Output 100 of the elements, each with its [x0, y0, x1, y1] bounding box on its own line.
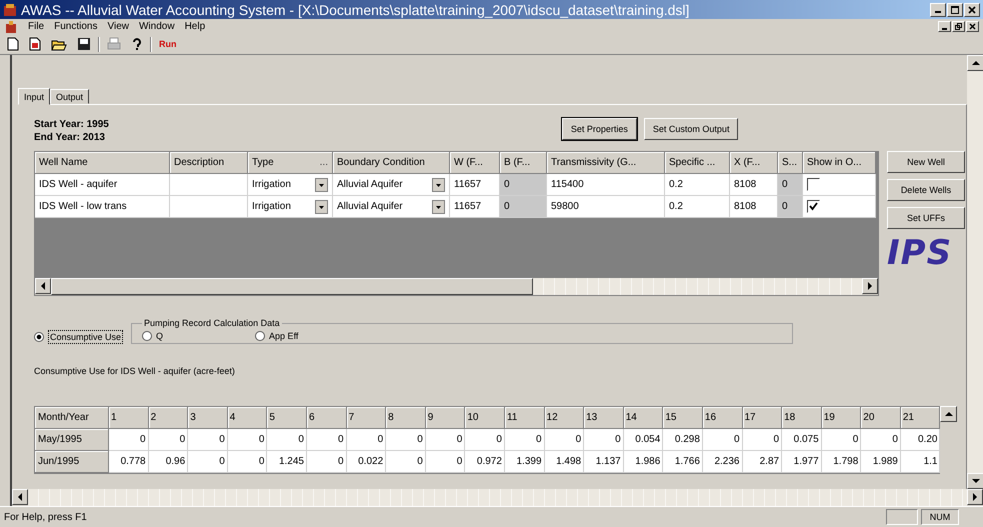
- minimize-button[interactable]: [938, 21, 951, 32]
- radio-button[interactable]: App Eff: [255, 330, 298, 340]
- table-cell: IDS Well - low trans: [35, 196, 170, 218]
- close-button[interactable]: [966, 21, 979, 32]
- table-cell: 0: [386, 429, 426, 451]
- column-header[interactable]: W (F...: [450, 152, 500, 174]
- column-header: 3: [188, 407, 228, 429]
- column-header: 8: [386, 407, 426, 429]
- dropdown-cell[interactable]: Alluvial Aquifer: [333, 196, 450, 218]
- column-header: 7: [346, 407, 386, 429]
- column-header[interactable]: Type ...: [248, 152, 333, 174]
- restore-icon: [955, 23, 962, 30]
- column-header: 21: [900, 407, 940, 429]
- column-header[interactable]: S...: [778, 152, 803, 174]
- table-cell: 0.972: [465, 451, 505, 473]
- scroll-left-button[interactable]: [12, 489, 28, 505]
- menu-item[interactable]: View: [107, 21, 129, 32]
- column-header: 16: [702, 407, 742, 429]
- menu-item[interactable]: File: [28, 21, 44, 32]
- table-cell: 0.96: [148, 451, 188, 473]
- column-header[interactable]: B (F...: [500, 152, 547, 174]
- table-cell: 0: [544, 429, 584, 451]
- table-cell: 0: [188, 451, 228, 473]
- table-cell: 0: [346, 429, 386, 451]
- table-cell: 0.2: [665, 174, 730, 196]
- logo: IPS: [887, 235, 954, 271]
- run-button[interactable]: Run: [156, 38, 180, 50]
- scroll-left-button[interactable]: [35, 278, 51, 294]
- close-button[interactable]: [964, 2, 980, 16]
- column-header: 10: [465, 407, 505, 429]
- table-cell: 0: [386, 451, 426, 473]
- column-header[interactable]: Specific ...: [665, 152, 730, 174]
- table-cell: 0: [267, 429, 307, 451]
- minimize-button[interactable]: [930, 2, 946, 16]
- up-arrow-icon: [972, 60, 980, 66]
- table-cell: 1.986: [624, 451, 664, 473]
- action-button[interactable]: Set UFFs: [887, 207, 965, 229]
- table-cell: IDS Well - aquifer: [35, 174, 170, 196]
- menu-item[interactable]: Functions: [54, 21, 98, 32]
- table-cell: 0: [861, 429, 901, 451]
- group-title: Pumping Record Calculation Data: [143, 318, 281, 328]
- table-cell: 115400: [547, 174, 665, 196]
- column-header: 19: [822, 407, 862, 429]
- column-header: 14: [624, 407, 664, 429]
- down-arrow-icon: [972, 478, 980, 484]
- action-button[interactable]: Delete Wells: [887, 179, 965, 201]
- column-header[interactable]: Show in O...: [803, 152, 876, 174]
- column-header: Month/Year: [35, 407, 109, 429]
- table-cell: 1.498: [544, 451, 584, 473]
- row-header: Jun/1995: [35, 451, 109, 473]
- table-cell: 59800: [547, 196, 665, 218]
- menu-item[interactable]: Help: [184, 21, 206, 32]
- table-cell: 1.989: [861, 451, 901, 473]
- tab[interactable]: Output: [50, 89, 90, 104]
- column-header[interactable]: Transmissivity (G...: [547, 152, 665, 174]
- column-header[interactable]: X (F...: [730, 152, 778, 174]
- column-header: 11: [504, 407, 545, 429]
- maximize-button[interactable]: [947, 2, 963, 16]
- table-cell: 8108: [730, 174, 778, 196]
- column-header[interactable]: Boundary Condition: [333, 152, 450, 174]
- table-cell: 0: [109, 429, 149, 451]
- dropdown-cell[interactable]: Irrigation: [248, 196, 333, 218]
- column-header: 15: [663, 407, 703, 429]
- table-cell: 0.054: [624, 429, 664, 451]
- dropdown-cell[interactable]: Irrigation: [248, 174, 333, 196]
- table-cell: 0: [778, 196, 803, 218]
- table-cell: 0: [584, 429, 624, 451]
- status-message: For Help, press F1: [4, 512, 88, 522]
- column-header[interactable]: Description: [170, 152, 248, 174]
- table-cell: 0: [465, 429, 505, 451]
- table-cell: 0: [778, 174, 803, 196]
- table-cell: 1.245: [267, 451, 307, 473]
- scrollbar-thumb[interactable]: [51, 278, 533, 295]
- scroll-up-button[interactable]: [940, 406, 958, 422]
- table-cell: 0: [306, 451, 347, 473]
- action-button[interactable]: Set Properties: [562, 118, 637, 140]
- table-cell: 0: [822, 429, 862, 451]
- row-header: May/1995: [35, 429, 109, 451]
- table-cell: 2.236: [702, 451, 742, 473]
- tab[interactable]: Input: [18, 88, 50, 105]
- column-header: 2: [148, 407, 188, 429]
- action-button[interactable]: New Well: [887, 151, 965, 173]
- dropdown-cell[interactable]: Alluvial Aquifer: [333, 174, 450, 196]
- close-icon: [968, 6, 976, 14]
- action-button[interactable]: Set Custom Output: [644, 118, 738, 140]
- document-icon: [4, 20, 18, 34]
- table-cell: 0: [228, 451, 268, 473]
- column-header[interactable]: Well Name: [35, 152, 170, 174]
- menu-item[interactable]: Window: [138, 21, 175, 32]
- left-arrow-icon: [40, 282, 46, 290]
- scroll-up-button[interactable]: [967, 55, 983, 71]
- scroll-right-button[interactable]: [862, 278, 878, 294]
- restore-button[interactable]: [952, 21, 965, 32]
- radio-button[interactable]: Q: [142, 330, 164, 340]
- scroll-down-button[interactable]: [967, 473, 983, 489]
- scroll-right-button[interactable]: [967, 489, 983, 505]
- table-caption: Consumptive Use for IDS Well - aquifer (acre-feet): [34, 366, 236, 376]
- column-header: 12: [544, 407, 584, 429]
- up-arrow-icon: [944, 411, 953, 417]
- right-arrow-icon: [867, 282, 873, 290]
